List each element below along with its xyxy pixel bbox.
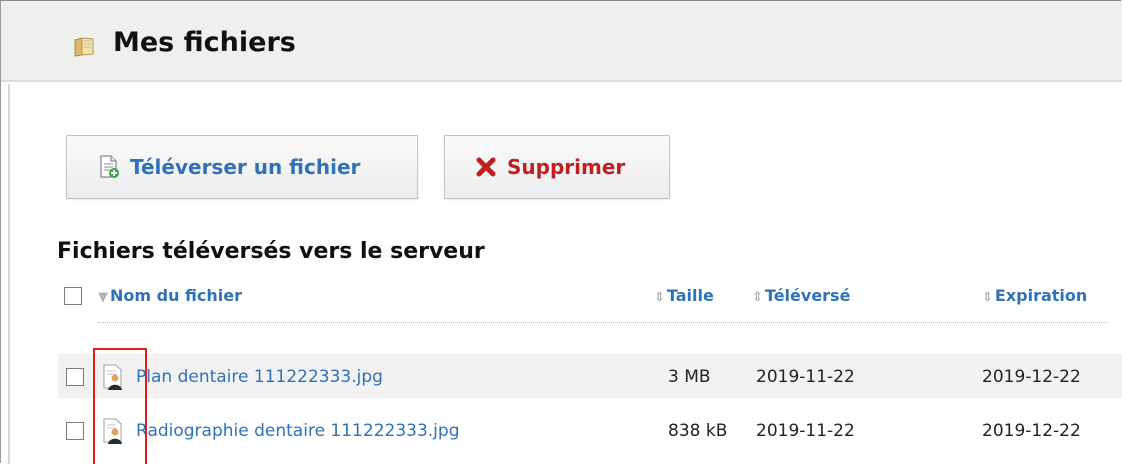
- sort-icon: ⇕: [654, 290, 665, 305]
- delete-button[interactable]: Supprimer: [444, 135, 670, 199]
- header-divider: [98, 322, 1108, 323]
- sort-icon: ⇕: [982, 290, 993, 305]
- section-title: Fichiers téléversés vers le serveur: [57, 239, 485, 264]
- uploaded-date: 2019-11-22: [756, 367, 855, 387]
- column-header-size[interactable]: ⇕ Taille: [654, 286, 714, 305]
- sort-desc-icon: ▼: [98, 290, 108, 305]
- upload-file-label: Téléverser un fichier: [130, 155, 361, 179]
- delete-label: Supprimer: [507, 155, 626, 179]
- expiration-date: 2019-12-22: [982, 421, 1081, 441]
- delete-icon: [476, 157, 496, 177]
- row-checkbox[interactable]: [66, 368, 84, 386]
- file-size: 838 kB: [668, 421, 728, 441]
- column-header-expiration[interactable]: ⇕ Expiration: [982, 286, 1087, 305]
- column-header-size-label: Taille: [666, 286, 714, 305]
- file-name-link[interactable]: Radiographie dentaire 111222333.jpg: [136, 421, 459, 441]
- uploaded-date: 2019-11-22: [756, 421, 855, 441]
- folder-icon: [74, 37, 94, 57]
- table-row[interactable]: Plan dentaire 111222333.jpg 3 MB 2019-11…: [58, 354, 1122, 398]
- title-bar: Mes fichiers: [1, 1, 1122, 82]
- highlight-box: [93, 348, 147, 464]
- column-header-name-label: Nom du fichier: [110, 286, 242, 305]
- file-name-link[interactable]: Plan dentaire 111222333.jpg: [136, 367, 383, 387]
- column-header-uploaded-label: Téléversé: [764, 286, 851, 305]
- page-title: Mes fichiers: [113, 27, 296, 58]
- file-size: 3 MB: [668, 367, 711, 387]
- column-header-expiration-label: Expiration: [994, 286, 1088, 305]
- expiration-date: 2019-12-22: [982, 367, 1081, 387]
- upload-file-icon: [100, 155, 119, 178]
- row-checkbox[interactable]: [66, 422, 84, 440]
- column-header-uploaded[interactable]: ⇕ Téléversé: [752, 286, 850, 305]
- column-header-name[interactable]: ▼ Nom du fichier: [98, 286, 242, 305]
- sort-icon: ⇕: [752, 290, 763, 305]
- left-divider: [8, 84, 10, 464]
- table-row[interactable]: Radiographie dentaire 111222333.jpg 838 …: [58, 408, 1122, 452]
- upload-file-button[interactable]: Téléverser un fichier: [66, 135, 418, 199]
- select-all-checkbox[interactable]: [64, 287, 82, 305]
